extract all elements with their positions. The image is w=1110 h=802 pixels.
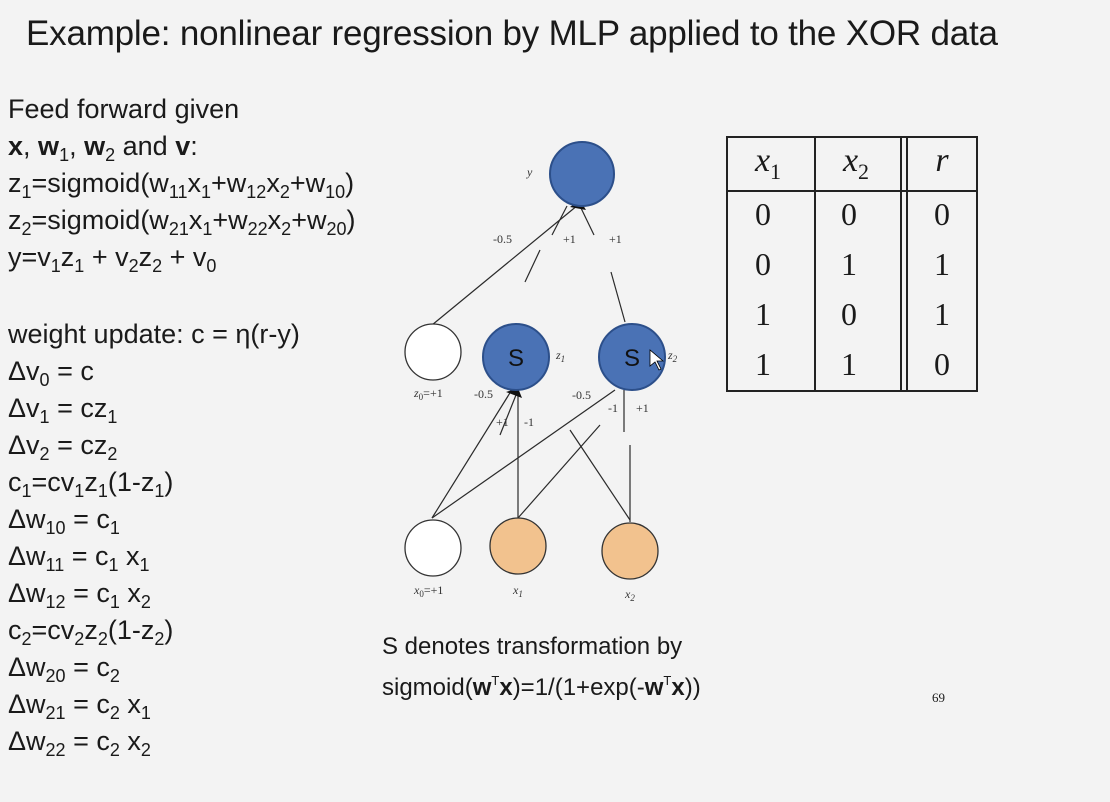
input-x1-label: x1 — [512, 583, 523, 599]
table-column-divider — [814, 138, 816, 390]
table-cell: 0 — [934, 196, 950, 232]
table-cell: 1 — [755, 346, 771, 382]
table-cell: 1 — [841, 246, 857, 282]
output-label-y: y — [526, 165, 533, 179]
bias-node-z0 — [404, 323, 462, 381]
table-cell: 1 — [841, 346, 857, 382]
table-cell: 1 — [934, 246, 950, 282]
weight-h2-x2: +1 — [636, 401, 649, 415]
z2-label: z2 — [667, 348, 678, 364]
table-cell: 1 — [934, 296, 950, 332]
table-cell: 0 — [755, 196, 771, 232]
weight-h2-bias: -0.5 — [572, 388, 591, 402]
input-node-x1 — [489, 517, 547, 575]
caption-line-1: S denotes transformation by — [382, 633, 683, 660]
weight-h1-x2: -1 — [524, 415, 534, 429]
edge-z0-y — [431, 204, 579, 326]
edge-z2-y — [610, 271, 626, 323]
edge-x2-z1 — [569, 429, 631, 521]
output-node-y — [549, 141, 615, 207]
table-cell: 1 — [755, 296, 771, 332]
hidden-z1-symbol: S — [508, 345, 524, 372]
z1-label: z1 — [555, 348, 565, 364]
edge-tick-2 — [579, 205, 595, 236]
bias-input-label: x0=+1 — [413, 583, 443, 599]
edge-z1-y — [524, 249, 541, 283]
table-column-divider — [900, 138, 902, 390]
bias-node-x0 — [404, 519, 462, 577]
input-x2-label: x2 — [624, 587, 635, 603]
edge-x0-z2 — [431, 389, 616, 519]
weight-out-z1: +1 — [563, 232, 576, 246]
edge-tick-1 — [551, 205, 568, 236]
table-cell: 0 — [841, 196, 857, 232]
xor-truth-table: x1 x2 r 0 0 0 0 1 1 1 0 1 1 1 0 — [726, 136, 978, 392]
weight-h1-bias: -0.5 — [474, 387, 493, 401]
table-cell: 0 — [755, 246, 771, 282]
caption-line-2: sigmoid(wTx)=1/(1+exp(-wTx)) — [382, 673, 701, 701]
bias-hidden-label: z0=+1 — [413, 386, 443, 402]
weight-out-z2: +1 — [609, 232, 622, 246]
header-x2: x2 — [842, 142, 870, 184]
table-column-divider — [906, 138, 908, 390]
weight-h2-x1: -1 — [608, 401, 618, 415]
sigmoid-caption: S denotes transformation by sigmoid(wTx)… — [382, 630, 701, 705]
input-node-x2 — [601, 522, 659, 580]
weight-h1-x1: +1 — [496, 415, 509, 429]
table-cell: 0 — [934, 346, 950, 382]
table-cell: 0 — [841, 296, 857, 332]
edge-x1-z2 — [517, 424, 601, 519]
weight-out-bias: -0.5 — [493, 232, 512, 246]
header-x1: x1 — [754, 142, 782, 184]
page-number: 69 — [932, 690, 945, 705]
hidden-z2-symbol: S — [624, 345, 640, 372]
header-r: r — [935, 142, 949, 179]
